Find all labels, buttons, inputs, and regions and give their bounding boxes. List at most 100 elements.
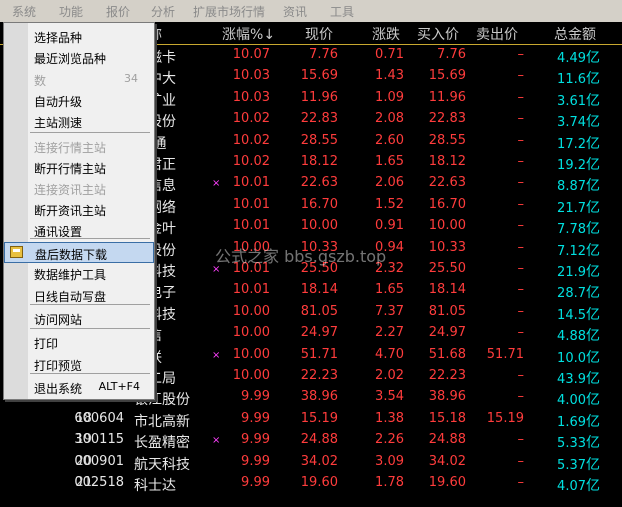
menu-2[interactable]: 报价 [106,3,130,20]
stock-code: 600604 [74,410,124,426]
menu-item-8[interactable]: 断开资讯主站 [4,199,154,220]
change-pct: 10.01 [232,175,270,191]
total-amount: 21.9亿 [534,261,600,281]
current-price: 18.12 [300,154,338,169]
ask-price: – [517,218,525,234]
current-price: 18.14 [300,282,338,298]
menu-item-13[interactable]: 访问网站 [4,308,154,329]
ask-price: – [517,475,525,490]
col-chg-header[interactable]: 涨跌 [372,24,400,44]
bid-price: 19.60 [428,475,466,490]
change-value: 2.27 [375,325,404,341]
bid-price: 10.33 [428,239,466,255]
ask-price: – [517,325,525,341]
current-price: 10.00 [300,218,338,234]
menu-item-12[interactable]: 日线自动写盘 [4,285,154,306]
col-pct-header[interactable]: 涨幅%↓ [222,24,275,44]
amount-unit: 亿 [586,92,600,109]
col-bid-header[interactable]: 买入价 [417,24,459,44]
change-pct: 10.00 [232,325,270,341]
table-row[interactable]: 21 002518 科士达 9.99 19.60 1.78 19.60–4.07亿 [0,473,622,494]
menu-item-1[interactable]: 最近浏览品种 [4,47,154,68]
bid-price: 22.23 [428,368,466,383]
menu-item-14[interactable]: 打印 [4,332,154,353]
change-value: 1.38 [375,410,404,426]
menu-1[interactable]: 功能 [59,3,83,20]
change-value: 7.37 [375,303,404,319]
col-amount-header[interactable]: 总金额 [554,24,596,44]
change-value: 2.26 [375,432,404,448]
menu-item-label: 盘后数据下载 [35,248,108,262]
amount-unit: 亿 [586,371,600,387]
amount-value: 5.33 [557,436,586,452]
menu-0[interactable]: 系统 [12,3,36,20]
menu-separator [30,328,150,329]
ask-price: – [517,68,525,84]
amount-value: 8.87 [557,179,586,195]
menu-item-0[interactable]: 选择品种 [4,26,154,47]
current-price: 7.76 [309,47,338,62]
menu-5[interactable]: 资讯 [283,3,307,20]
menu-item-3[interactable]: 自动升级 [4,90,154,111]
menu-separator [30,373,150,374]
change-pct: 10.00 [232,303,270,319]
menu-item-10[interactable]: 盘后数据下载 [4,242,154,263]
change-pct: 9.99 [241,432,270,448]
menu-item-15[interactable]: 打印预览 [4,354,154,375]
ask-price: – [517,111,525,127]
change-value: 1.43 [375,68,404,84]
menu-item-label: 日线自动写盘 [34,290,107,304]
table-row[interactable]: 20 000901 航天科技 9.99 34.02 3.09 34.02–5.37亿 [0,452,622,473]
menu-item-label: 访问网站 [34,313,83,327]
ask-price: – [517,154,525,169]
change-value: 2.08 [375,111,404,127]
change-pct: 10.03 [232,68,270,84]
menu-3[interactable]: 分析 [151,3,175,20]
menu-item-4[interactable]: 主站测速 [4,111,154,132]
change-value: 2.06 [375,175,404,191]
change-pct: 9.99 [241,475,270,490]
change-pct: 9.99 [241,410,270,426]
table-row[interactable]: 18 600604 市北高新 9.99 15.19 1.38 15.18 15.19 1.69亿 [0,409,622,430]
ask-price: – [517,389,525,405]
menu-item-label: 打印 [34,337,59,351]
amount-value: 10.0 [557,350,586,366]
total-amount: 5.33亿 [534,432,600,452]
menu-separator [30,304,150,305]
amount-value: 4.07 [557,479,586,494]
amount-unit: 亿 [586,135,600,152]
change-pct: 10.03 [232,89,270,105]
table-row[interactable]: 19 300115 长盈精密 × 9.99 24.88 2.26 24.88–5.33亿 [0,430,622,451]
menu-item-shortcut: ALT+F4 [98,380,140,393]
menu-item-count: 34 [124,72,138,85]
ask-price: – [517,89,525,105]
ask-price: – [517,282,525,298]
menu-item-6[interactable]: 断开行情主站 [4,157,154,178]
current-price: 11.96 [300,89,338,105]
amount-value: 4.00 [557,393,586,409]
amount-value: 3.74 [557,115,586,131]
amount-value: 28.7 [557,286,586,302]
amount-value: 1.69 [557,414,586,430]
change-pct: 10.01 [232,196,270,212]
total-amount: 1.69亿 [534,411,600,431]
menu-item-label: 选择品种 [34,31,83,45]
amount-value: 21.7 [557,200,586,216]
menu-item-16[interactable]: 退出系统 ALT+F4 [4,377,154,398]
change-pct: 10.00 [232,368,270,383]
menu-item-11[interactable]: 数据维护工具 [4,263,154,284]
change-pct: 9.99 [241,453,270,469]
col-ask-header[interactable]: 卖出价 [476,24,518,44]
current-price: 15.19 [300,410,338,426]
current-price: 16.70 [300,196,338,212]
menu-4[interactable]: 扩展市场行情 [193,3,265,20]
current-price: 24.97 [300,325,338,341]
ask-price: – [517,239,525,255]
ask-price: 15.19 [486,410,524,426]
menu-6[interactable]: 工具 [330,3,354,20]
amount-unit: 亿 [586,71,600,88]
change-pct: 10.02 [232,111,270,127]
col-price-header[interactable]: 现价 [305,24,333,44]
total-amount: 11.6亿 [534,68,600,88]
amount-unit: 亿 [586,50,600,66]
